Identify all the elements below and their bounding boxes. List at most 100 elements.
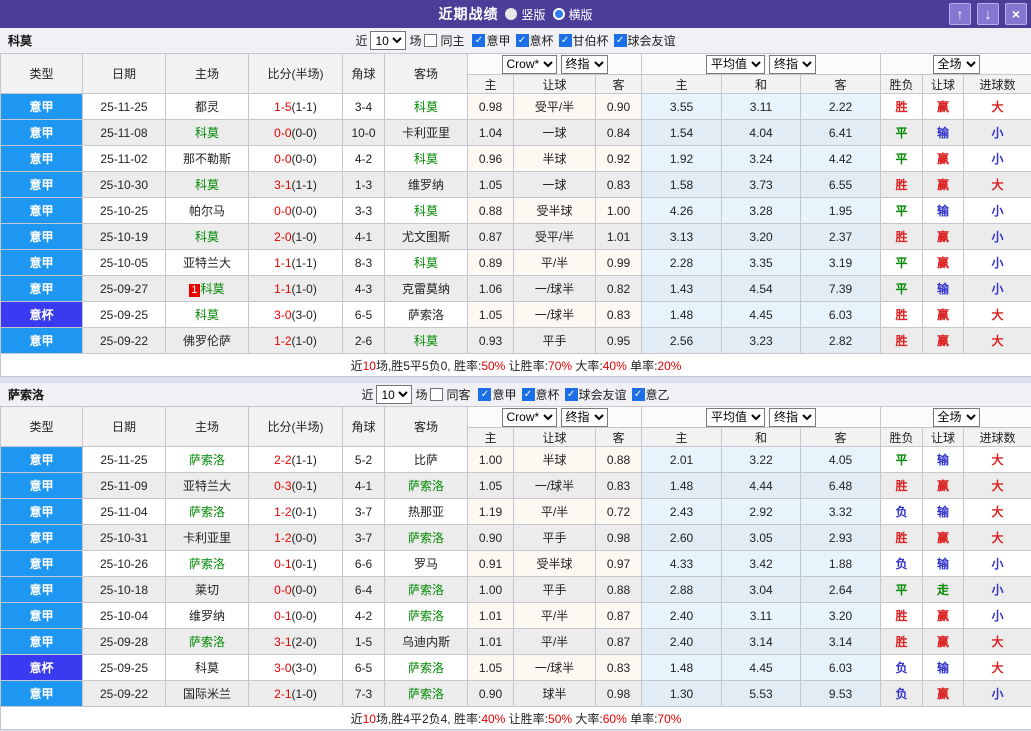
team-label: 都灵: [194, 100, 219, 114]
average-select[interactable]: 平均值: [706, 407, 765, 427]
result-value: 胜: [895, 230, 908, 244]
radio-icon[interactable]: [505, 8, 518, 20]
col-header-odds-away: 客: [595, 74, 642, 94]
league-checkbox[interactable]: ✓: [521, 388, 535, 401]
result-cell: 胜: [880, 301, 924, 328]
summary-text: 近10场,胜4平2负4, 胜率:40% 让胜率:50% 大率:60% 单率:70…: [0, 706, 1031, 730]
col-header-avg-away: 客: [799, 427, 882, 447]
score-cell: 0-3(0-1): [248, 472, 343, 499]
summary-segment: 50%: [481, 358, 506, 373]
radio-icon[interactable]: [552, 8, 565, 20]
score-cell: 0-1(0-1): [248, 550, 343, 577]
goals-result-cell: 大: [963, 472, 1031, 499]
goals-result-cell: 大: [963, 654, 1031, 681]
team-label: 萨索洛: [407, 661, 444, 675]
league-checkbox[interactable]: ✓: [478, 388, 492, 401]
result-value: 胜: [895, 334, 908, 348]
result-value: 输: [937, 282, 950, 296]
avg-away-cell: 2.37: [799, 223, 882, 250]
team-name: 萨索洛: [8, 388, 45, 402]
results-body: 意甲 25-11-25 萨索洛 2-2(1-1) 5-2 比萨 1.00 半球 0.88 2.01…: [0, 446, 1031, 707]
close-button[interactable]: ×: [1005, 3, 1027, 25]
team-label: 乌迪内斯: [401, 635, 450, 649]
summary-segment: 让胜率:: [505, 358, 549, 373]
col-header-away: 客场: [384, 53, 468, 94]
home-team-cell: 佛罗伦萨: [165, 327, 249, 354]
corner-cell: 4-2: [342, 602, 385, 629]
score-cell: 3-0(3-0): [248, 654, 343, 681]
average-select[interactable]: 平均值: [706, 54, 765, 74]
handicap-cell: 半球: [513, 145, 596, 172]
league-checkbox[interactable]: ✓: [564, 388, 578, 401]
league-checkbox[interactable]: ✓: [515, 34, 529, 47]
league-checkbox[interactable]: ✓: [631, 388, 645, 401]
scope-dropdown-cell: 全场: [880, 406, 1031, 428]
handicap-result-cell: 输: [922, 654, 965, 681]
layout-radio-horizontal[interactable]: 横版: [552, 6, 593, 23]
home-team-cell: 科莫: [165, 119, 249, 146]
league-label: 意甲: [492, 388, 517, 402]
move-down-button[interactable]: ↓: [977, 3, 999, 25]
final-index-select[interactable]: 终指: [560, 54, 608, 74]
score-main: 0-1: [274, 608, 292, 623]
same-venue-checkbox[interactable]: [430, 388, 444, 401]
home-odds-cell: 1.05: [467, 171, 514, 198]
away-team-cell: 科莫: [384, 93, 468, 120]
col-header-corner: 角球: [342, 406, 385, 447]
avg-away-cell: 9.53: [799, 680, 882, 707]
league-checkbox[interactable]: ✓: [558, 34, 572, 47]
final-index-select[interactable]: 终指: [560, 407, 608, 427]
result-value: 负: [895, 687, 908, 701]
date-cell: 25-09-25: [82, 301, 166, 328]
summary-segment: 单率:: [626, 358, 658, 373]
games-label: 场: [415, 388, 428, 402]
table-row: 意甲 25-10-04 维罗纳 0-1(0-0) 4-2 萨索洛 1.01 平/半 0.87 2.…: [0, 602, 1031, 629]
table-row: 意甲 25-11-02 那不勒斯 0-0(0-0) 4-2 科莫 0.96 半球 0.92 1.9…: [0, 145, 1031, 172]
final-index-select-2[interactable]: 终指: [769, 54, 816, 74]
team-label: 科莫: [413, 334, 438, 348]
avg-home-cell: 2.01: [641, 446, 722, 473]
team-label: 萨索洛: [188, 453, 225, 467]
recent-label: 近: [361, 388, 374, 402]
final-index-select-2[interactable]: 终指: [769, 407, 816, 427]
col-header-avg-draw: 和: [721, 74, 801, 94]
away-odds-cell: 0.87: [595, 602, 642, 629]
scope-select[interactable]: 全场: [932, 407, 980, 427]
score-half: (1-0): [291, 686, 317, 701]
league-checkbox[interactable]: ✓: [472, 34, 486, 47]
result-value: 赢: [937, 152, 950, 166]
team-section: 萨索洛 近 10 场 同客 ✓ 意甲 ✓ 意杯 ✓ 球会友谊 ✓ 意乙 类型 日…: [0, 383, 1031, 731]
recent-games-select[interactable]: 10: [376, 385, 413, 404]
average-dropdown-cell: 平均值 终指: [640, 53, 882, 75]
bookmaker-select[interactable]: Crow*: [501, 407, 557, 427]
avg-home-cell: 4.33: [641, 550, 722, 577]
col-header-odds-away: 客: [595, 427, 642, 447]
layout-radio-vertical[interactable]: 竖版: [505, 6, 546, 23]
recent-games-select[interactable]: 10: [370, 31, 407, 50]
corner-cell: 4-2: [342, 145, 385, 172]
league-checkbox[interactable]: ✓: [613, 34, 627, 47]
score-cell: 1-1(1-0): [248, 275, 343, 302]
away-odds-cell: 0.92: [595, 145, 642, 172]
away-team-cell: 萨索洛: [384, 680, 468, 707]
result-value: 输: [937, 126, 950, 140]
result-value: 负: [895, 505, 908, 519]
scope-select[interactable]: 全场: [932, 54, 980, 74]
away-team-cell: 萨索洛: [384, 301, 468, 328]
col-header-away: 客场: [384, 406, 468, 447]
away-odds-cell: 0.83: [595, 654, 642, 681]
team-label: 萨索洛: [407, 687, 444, 701]
score-main: 0-0: [274, 151, 292, 166]
bookmaker-select[interactable]: Crow*: [501, 54, 557, 74]
summary-segment: 10: [362, 358, 376, 373]
handicap-cell: 一球: [513, 119, 596, 146]
away-team-cell: 尤文图斯: [384, 223, 468, 250]
scope-dropdown-cell: 全场: [880, 53, 1031, 75]
avg-home-cell: 2.56: [641, 327, 722, 354]
handicap-cell: 平/半: [513, 628, 596, 655]
move-up-button[interactable]: ↑: [949, 3, 971, 25]
same-venue-checkbox[interactable]: [424, 34, 438, 47]
league-label: 意乙: [645, 388, 670, 402]
league-label: 意甲: [486, 34, 511, 48]
score-main: 1-5: [274, 99, 292, 114]
